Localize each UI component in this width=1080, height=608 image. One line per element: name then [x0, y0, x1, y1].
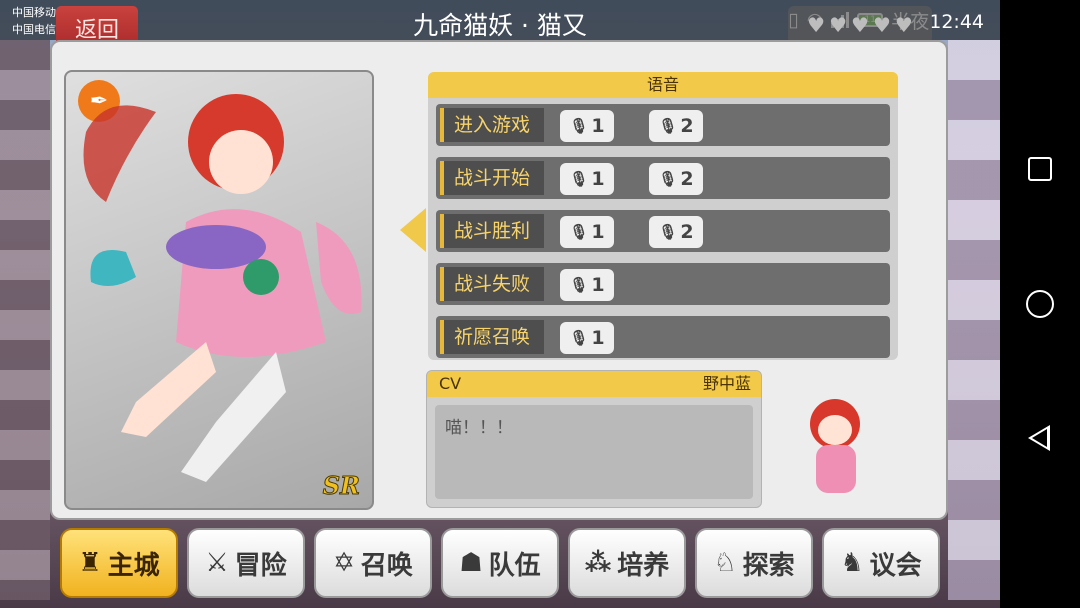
voice-play-button[interactable]: 🎙 1	[560, 322, 614, 354]
voice-row: 战斗胜利 🎙 1 🎙 2	[436, 210, 890, 252]
voice-section-header: 语音	[428, 72, 898, 98]
background-buildings-left	[0, 40, 50, 600]
voice-play-button[interactable]: 🎙 1	[560, 110, 614, 142]
recent-apps-icon[interactable]	[1028, 157, 1052, 181]
collapse-arrow-icon[interactable]	[400, 208, 426, 252]
microphone-icon: 🎙	[569, 329, 589, 347]
voice-row-label: 祈愿召唤	[440, 320, 544, 354]
nav-label: 培养	[617, 550, 670, 581]
cv-actor-name: 野中蓝	[702, 374, 751, 393]
chibi-character-sprite[interactable]	[790, 395, 880, 505]
voice-row: 进入游戏 🎙 1 🎙 2	[436, 104, 890, 146]
voice-row: 战斗开始 🎙 1 🎙 2	[436, 157, 890, 199]
nav-main-city[interactable]: ♜ 主城	[60, 528, 178, 598]
explorer-icon: ♘	[713, 548, 737, 578]
voice-button-number: 1	[591, 168, 605, 190]
voice-play-button[interactable]: 🎙 2	[649, 163, 703, 195]
triple-circle-icon: ⁂	[584, 548, 612, 578]
voice-button-number: 1	[591, 327, 605, 349]
cv-header: CV 野中蓝	[427, 371, 761, 397]
voice-row-label: 进入游戏	[440, 108, 544, 142]
voice-row-label: 战斗胜利	[440, 214, 544, 248]
nav-label: 召唤	[360, 550, 413, 581]
home-icon[interactable]	[1026, 290, 1054, 318]
voice-play-button[interactable]: 🎙 2	[649, 216, 703, 248]
microphone-icon: 🎙	[569, 223, 589, 241]
voice-button-number: 1	[591, 221, 605, 243]
chibi-face	[818, 415, 852, 445]
system-nav-bar	[1000, 0, 1080, 608]
mask-icon: ☗	[459, 548, 483, 578]
voice-button-number: 2	[680, 168, 694, 190]
hexagram-icon: ✡	[333, 548, 355, 578]
nav-label: 主城	[107, 550, 160, 581]
microphone-icon: 🎙	[569, 276, 589, 294]
microphone-icon: 🎙	[569, 117, 589, 135]
nav-team[interactable]: ☗ 队伍	[441, 528, 559, 598]
nav-explore[interactable]: ♘ 探索	[695, 528, 813, 598]
character-card: ✒ SR	[64, 70, 374, 510]
nav-label: 队伍	[488, 550, 541, 581]
voice-button-number: 2	[680, 115, 694, 137]
cv-section: CV 野中蓝 喵！！！	[426, 370, 762, 508]
nav-adventure[interactable]: ⚔ 冒险	[187, 528, 305, 598]
chibi-body	[816, 445, 856, 493]
nav-label: 冒险	[234, 550, 287, 581]
voice-play-button[interactable]: 🎙 1	[560, 216, 614, 248]
rarity-badge: SR	[322, 471, 360, 501]
back-icon[interactable]	[1028, 425, 1050, 451]
voice-play-button[interactable]: 🎙 1	[560, 163, 614, 195]
voice-row: 战斗失败 🎙 1	[436, 263, 890, 305]
bottom-nav: ♜ 主城 ⚔ 冒险 ✡ 召唤 ☗ 队伍 ⁂ 培养 ♘ 探索 ♞ 议会	[60, 528, 940, 602]
microphone-icon: 🎙	[569, 170, 589, 188]
character-illustration	[83, 94, 362, 482]
cv-label: CV	[439, 374, 462, 393]
voice-play-button[interactable]: 🎙 2	[649, 110, 703, 142]
voice-row-label: 战斗开始	[440, 161, 544, 195]
voice-section: 语音 进入游戏 🎙 1 🎙 2 战斗开始 🎙 1 🎙 2 战斗胜利 🎙 1 🎙 2 战斗失败…	[428, 72, 898, 360]
dragon-icon: ♞	[840, 548, 864, 578]
microphone-icon: 🎙	[658, 117, 678, 135]
nav-summon[interactable]: ✡ 召唤	[314, 528, 432, 598]
nav-council[interactable]: ♞ 议会	[822, 528, 940, 598]
voice-button-number: 2	[680, 221, 694, 243]
castle-icon: ♜	[78, 548, 102, 578]
nav-label: 探索	[742, 550, 795, 581]
voice-button-number: 1	[591, 274, 605, 296]
voice-row-label: 战斗失败	[440, 267, 544, 301]
microphone-icon: 🎙	[658, 223, 678, 241]
nav-training[interactable]: ⁂ 培养	[568, 528, 686, 598]
background-buildings-right	[948, 40, 1000, 600]
cv-voice-line: 喵！！！	[435, 405, 753, 499]
page-title: 九命猫妖 · 猫又	[413, 11, 587, 40]
voice-row: 祈愿召唤 🎙 1	[436, 316, 890, 358]
microphone-icon: 🎙	[658, 170, 678, 188]
crossed-swords-icon: ⚔	[205, 548, 229, 578]
voice-button-number: 1	[591, 115, 605, 137]
voice-play-button[interactable]: 🎙 1	[560, 269, 614, 301]
nav-label: 议会	[869, 550, 922, 581]
